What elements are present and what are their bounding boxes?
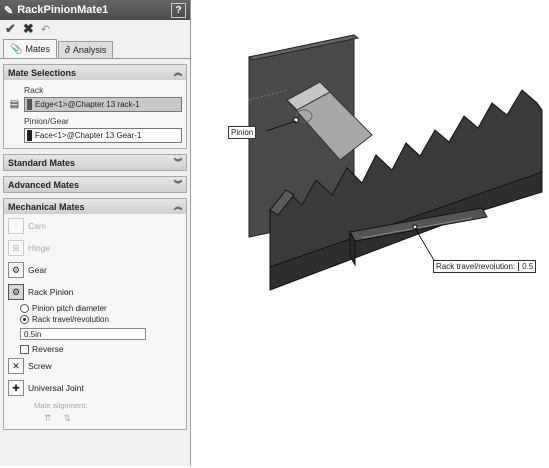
cancel-x-icon[interactable]: ✖	[23, 21, 34, 37]
hinge-label: Hinge	[28, 243, 51, 253]
analysis-icon: ∂	[64, 44, 70, 56]
graphics-area[interactable]: Pinion Rack travel/revolution: 0.5	[192, 0, 549, 466]
pinion-callout: Pinion	[228, 126, 257, 139]
screw-label: Screw	[28, 361, 52, 371]
rack-pinion-label: Rack Pinion	[28, 287, 74, 297]
hinge-icon: ⊞	[8, 240, 24, 256]
cam-mate-option[interactable]: ◌ Cam	[8, 215, 182, 237]
rack-color-swatch	[27, 99, 32, 110]
help-button[interactable]: ?	[171, 2, 186, 18]
aligned-icon[interactable]: ⇈	[44, 413, 52, 424]
selection-list-icon: ▤	[9, 99, 20, 110]
tab-analysis[interactable]: ∂ Analysis	[57, 41, 114, 58]
expand-chevron-icon[interactable]: ︾	[174, 179, 182, 190]
advanced-mates-header[interactable]: Advanced Mates ︾	[4, 177, 186, 192]
reverse-label: Reverse	[32, 344, 64, 354]
pinion-pitch-radio[interactable]: Pinion pitch diameter	[20, 303, 182, 314]
radio-button[interactable]	[20, 304, 29, 313]
rack-pinion-icon: ⚙	[8, 284, 24, 300]
reverse-checkbox-row[interactable]: Reverse	[20, 343, 182, 355]
universal-joint-mate-option[interactable]: ✚ Universal Joint	[8, 377, 182, 399]
pinion-callout-label: Pinion	[231, 128, 254, 137]
rack-pinion-mate-icon: ✎	[4, 4, 14, 17]
rack-selection-box[interactable]: Edge<1>@Chapter 13 rack-1	[24, 97, 182, 112]
gear-label: Gear	[28, 265, 47, 275]
rack-travel-label: Rack travel/revolution	[32, 315, 109, 324]
rack-selection-value: Edge<1>@Chapter 13 rack-1	[35, 100, 140, 109]
rack-travel-callout-value[interactable]: 0.5	[518, 262, 533, 271]
advanced-mates-title: Advanced Mates	[8, 179, 80, 190]
mechanical-mates-title: Mechanical Mates	[8, 201, 85, 212]
advanced-mates-section: Advanced Mates ︾	[3, 176, 187, 193]
cam-icon: ◌	[8, 218, 24, 234]
mechanical-mates-header[interactable]: Mechanical Mates ︽	[4, 199, 186, 214]
rack-travel-value-input[interactable]: 0.5in	[20, 328, 146, 340]
hinge-mate-option[interactable]: ⊞ Hinge	[8, 237, 182, 259]
tab-strip: 📎 Mates ∂ Analysis	[0, 38, 190, 59]
pinion-color-swatch	[27, 130, 32, 141]
mate-selections-header[interactable]: Mate Selections ︽	[4, 65, 186, 80]
collapse-chevron-icon[interactable]: ︽	[174, 201, 182, 212]
mate-selections-section: Mate Selections ︽ Rack ▤ Edge<1>@Chapter…	[3, 64, 187, 149]
mate-alignment-label: Mate alignment:	[34, 401, 88, 410]
pinion-pitch-label: Pinion pitch diameter	[32, 304, 107, 313]
anti-aligned-icon[interactable]: ⇅	[64, 413, 72, 424]
mate-selections-title: Mate Selections	[8, 67, 77, 78]
reverse-checkbox[interactable]	[20, 344, 29, 354]
property-manager: ✎ RackPinionMate1 ? ✔ ✖ ↶ 📎 Mates ∂ Anal…	[0, 0, 191, 466]
standard-mates-title: Standard Mates	[8, 157, 76, 168]
rack-leader-line	[414, 227, 436, 263]
rack-label: Rack	[24, 85, 44, 95]
mate-alignment-buttons: ⇈ ⇅	[44, 413, 182, 424]
gear-mate-option[interactable]: ⚙ Gear	[8, 259, 182, 281]
action-bar: ✔ ✖ ↶	[0, 20, 190, 38]
collapse-chevron-icon[interactable]: ︽	[174, 67, 182, 78]
panel-title: RackPinionMate1	[17, 4, 109, 16]
tab-mates[interactable]: 📎 Mates	[3, 39, 57, 58]
standard-mates-header[interactable]: Standard Mates ︾	[4, 155, 186, 170]
model-view	[247, 34, 543, 291]
pinion-label: Pinion/Gear	[24, 116, 69, 126]
undo-icon[interactable]: ↶	[41, 23, 50, 36]
radio-button-selected[interactable]	[20, 315, 29, 324]
cam-label: Cam	[28, 221, 46, 231]
property-manager-titlebar: ✎ RackPinionMate1 ?	[0, 0, 190, 20]
pinion-selection-value: Face<1>@Chapter 13 Gear-1	[35, 131, 142, 140]
screw-mate-option[interactable]: ✕ Screw	[8, 355, 182, 377]
gear-icon: ⚙	[8, 262, 24, 278]
universal-joint-label: Universal Joint	[28, 383, 84, 393]
rack-pinion-mate-option[interactable]: ⚙ Rack Pinion	[8, 281, 182, 303]
screw-icon: ✕	[8, 358, 24, 374]
ok-check-icon[interactable]: ✔	[5, 21, 16, 37]
mechanical-mates-section: Mechanical Mates ︽ ◌ Cam ⊞ Hinge ⚙ Gear …	[3, 198, 187, 430]
tab-analysis-label: Analysis	[72, 45, 107, 55]
paperclip-icon: 📎	[10, 43, 23, 55]
tab-mates-label: Mates	[25, 44, 50, 54]
pinion-selection-box[interactable]: Face<1>@Chapter 13 Gear-1	[24, 128, 182, 143]
rack-travel-callout-label: Rack travel/revolution:	[436, 262, 516, 271]
universal-joint-icon: ✚	[8, 380, 24, 396]
standard-mates-section: Standard Mates ︾	[3, 154, 187, 171]
rack-travel-callout: Rack travel/revolution: 0.5	[433, 260, 537, 273]
rack-travel-radio[interactable]: Rack travel/revolution	[20, 314, 182, 325]
expand-chevron-icon[interactable]: ︾	[174, 157, 182, 168]
